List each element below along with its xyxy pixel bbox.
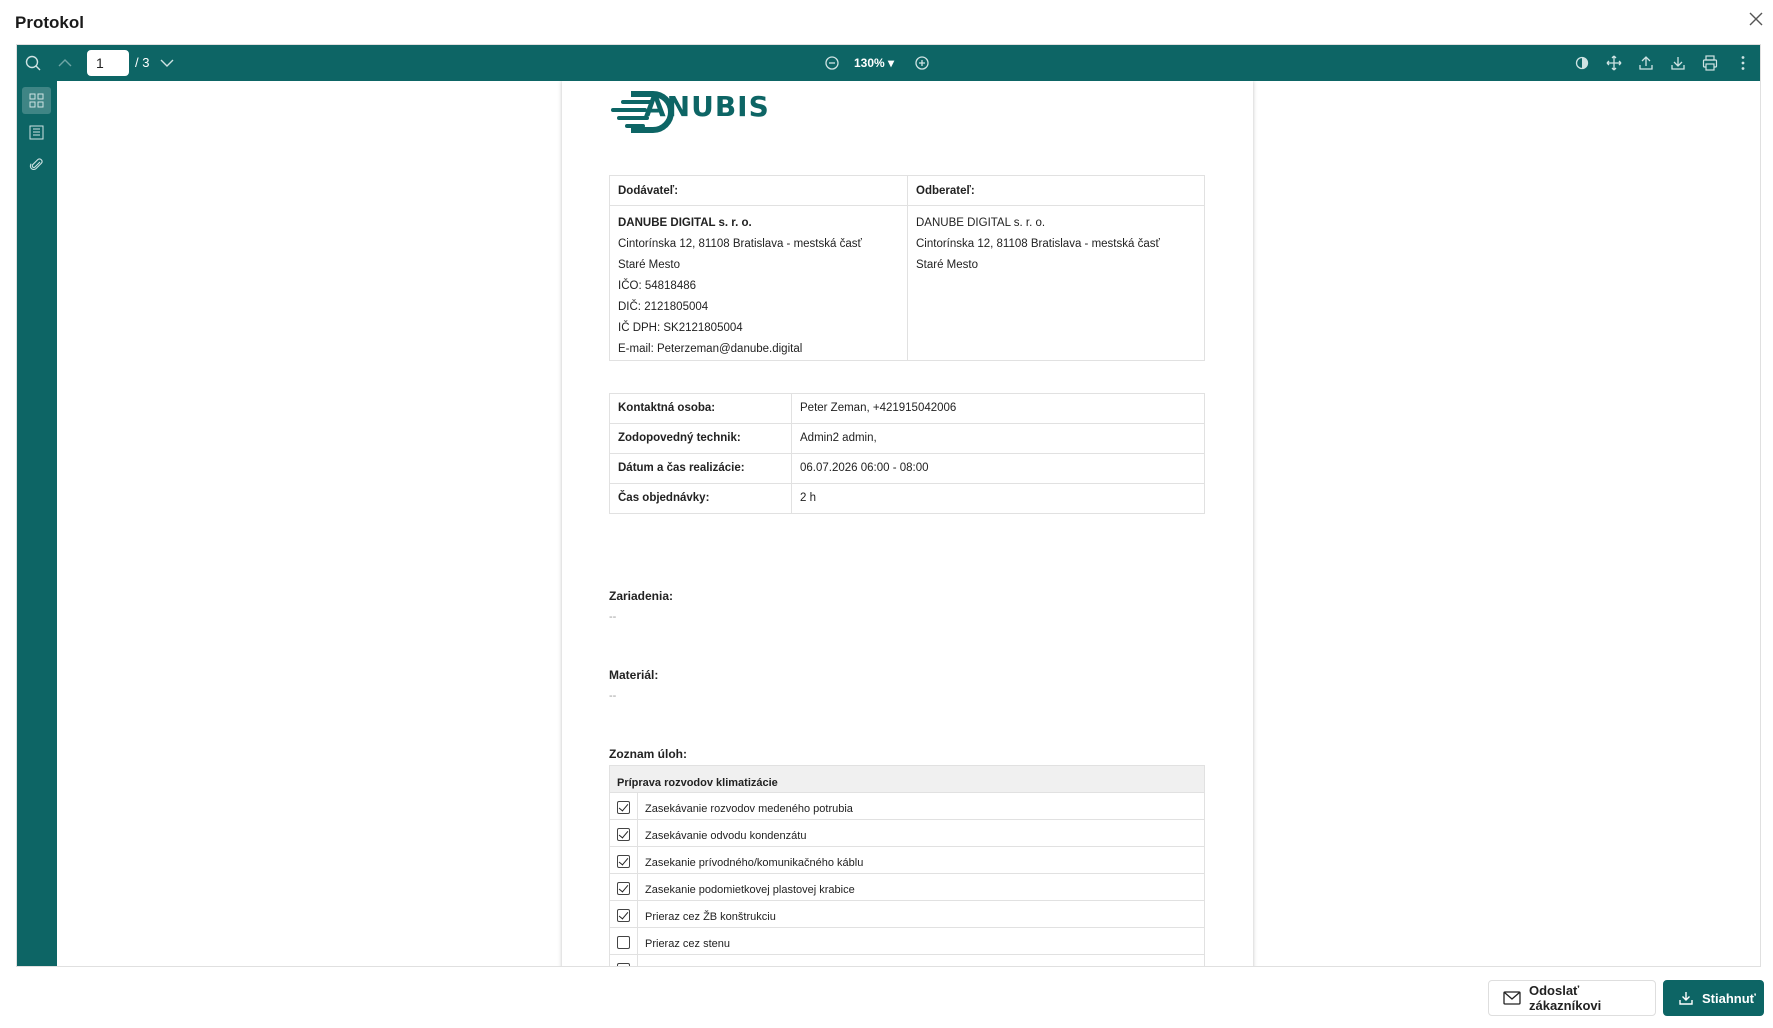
download-icon[interactable] — [1668, 53, 1688, 73]
info-row: Kontaktná osoba: Peter Zeman, +421915042… — [609, 393, 1205, 424]
supplier-dic: DIČ: 2121805004 — [618, 301, 709, 313]
supplier-details: DANUBE DIGITAL s. r. o. Cintorínska 12, … — [609, 205, 908, 361]
thumbnails-icon — [29, 93, 44, 108]
outline-icon — [29, 125, 44, 140]
customer-district: Staré Mesto — [916, 259, 978, 271]
task-checkbox[interactable] — [617, 963, 630, 966]
more-icon[interactable] — [1733, 53, 1753, 73]
info-value: Admin2 admin, — [791, 423, 1205, 454]
info-value: 06.07.2026 06:00 - 08:00 — [791, 453, 1205, 484]
tasks-title: Zoznam úloh: — [609, 747, 687, 761]
parties-table: Dodávateľ: Odberateľ: DANUBE DIGITAL s. … — [609, 175, 1205, 361]
task-checkbox[interactable] — [617, 936, 630, 949]
zoom-out-icon[interactable] — [822, 53, 842, 73]
sidebar-item-outline[interactable] — [22, 119, 51, 146]
search-icon[interactable] — [23, 53, 43, 73]
supplier-icdph: IČ DPH: SK2121805004 — [618, 322, 743, 334]
task-row: Zasekávanie rozvodov medeného potrubia — [609, 792, 1205, 820]
paperclip-icon — [29, 158, 43, 170]
info-table: Kontaktná osoba: Peter Zeman, +421915042… — [609, 393, 1205, 514]
print-icon[interactable] — [1700, 53, 1720, 73]
supplier-district: Staré Mesto — [618, 259, 680, 271]
customer-details: DANUBE DIGITAL s. r. o. Cintorínska 12, … — [907, 205, 1205, 361]
task-row: Prieraz cez stenu — [609, 927, 1205, 955]
task-label: Prieraz cez ŽB konštrukciu — [637, 900, 1205, 928]
task-checkbox[interactable] — [617, 855, 630, 868]
supplier-name: DANUBE DIGITAL s. r. o. — [618, 217, 752, 229]
task-checkbox[interactable] — [617, 882, 630, 895]
pdf-viewer: / 3 130% ▾ — [16, 44, 1761, 967]
mail-icon — [1503, 991, 1521, 1005]
task-group-label: Príprava rozvodov klimatizácie — [609, 765, 1205, 793]
customer-address: Cintorínska 12, 81108 Bratislava - mests… — [916, 238, 1160, 250]
modal-header: Protokol — [0, 0, 1773, 44]
send-to-customer-button[interactable]: Odoslať zákazníkovi — [1488, 980, 1656, 1016]
move-icon[interactable] — [1604, 53, 1624, 73]
material-title: Materiál: — [609, 668, 659, 682]
task-label: Zasekanie podomietkovej plastovej krabic… — [637, 873, 1205, 901]
tasks-table: Príprava rozvodov klimatizácie Zasekávan… — [609, 765, 1205, 966]
task-row: Zasekanie prívodného/komunikačného káblu — [609, 846, 1205, 874]
chevron-down-icon[interactable] — [157, 53, 177, 73]
task-row — [609, 954, 1205, 966]
modal-title: Protokol — [15, 13, 84, 32]
supplier-heading: Dodávateľ: — [609, 175, 908, 206]
pdf-page: ANUBIS Dodávateľ: Odberateľ: DANUBE DIGI… — [562, 81, 1253, 966]
task-label: Zasekávanie rozvodov medeného potrubia — [637, 792, 1205, 820]
page-number-input[interactable] — [87, 50, 129, 76]
viewer-toolbar: / 3 130% ▾ — [17, 45, 1760, 81]
task-row: Zasekávanie odvodu kondenzátu — [609, 819, 1205, 847]
info-label: Zodopovedný technik: — [609, 423, 792, 454]
customer-heading: Odberateľ: — [907, 175, 1205, 206]
send-button-label: Odoslať zákazníkovi — [1528, 983, 1602, 1013]
task-row: Prieraz cez ŽB konštrukciu — [609, 900, 1205, 928]
page-total: / 3 — [135, 55, 150, 70]
rotate-icon[interactable] — [1572, 53, 1592, 73]
close-icon[interactable] — [1745, 8, 1767, 30]
viewer-sidebar — [17, 81, 57, 966]
devices-title: Zariadenia: — [609, 589, 674, 603]
info-label: Čas objednávky: — [609, 483, 792, 514]
task-checkbox[interactable] — [617, 801, 630, 814]
task-label — [637, 954, 1205, 966]
supplier-email: E-mail: Peterzeman@danube.digital — [618, 343, 803, 355]
supplier-address: Cintorínska 12, 81108 Bratislava - mests… — [618, 238, 862, 250]
task-row: Zasekanie podomietkovej plastovej krabic… — [609, 873, 1205, 901]
task-label: Prieraz cez stenu — [637, 927, 1205, 955]
devices-value: -- — [609, 611, 617, 623]
info-value: 2 h — [791, 483, 1205, 514]
info-value: Peter Zeman, +421915042006 — [791, 393, 1205, 424]
upload-icon[interactable] — [1636, 53, 1656, 73]
info-row: Zodopovedný technik: Admin2 admin, — [609, 423, 1205, 454]
supplier-ico: IČO: 54818486 — [618, 280, 697, 292]
zoom-select[interactable]: 130% ▾ — [854, 56, 894, 70]
task-checkbox[interactable] — [617, 909, 630, 922]
info-row: Dátum a čas realizácie: 06.07.2026 06:00… — [609, 453, 1205, 484]
task-label: Zasekávanie odvodu kondenzátu — [637, 819, 1205, 847]
customer-name: DANUBE DIGITAL s. r. o. — [916, 217, 1046, 229]
task-checkbox[interactable] — [617, 828, 630, 841]
info-label: Kontaktná osoba: — [609, 393, 792, 424]
info-row: Čas objednávky: 2 h — [609, 483, 1205, 514]
sidebar-item-thumbnails[interactable] — [22, 87, 51, 114]
sidebar-item-attachments[interactable] — [22, 151, 51, 178]
task-label: Zasekanie prívodného/komunikačného káblu — [637, 846, 1205, 874]
zoom-in-icon[interactable] — [912, 53, 932, 73]
download-button[interactable]: Stiahnuť — [1663, 980, 1764, 1016]
download-icon — [1679, 992, 1693, 1005]
info-label: Dátum a čas realizácie: — [609, 453, 792, 484]
download-button-label: Stiahnuť — [1702, 990, 1756, 1006]
document-area[interactable]: ANUBIS Dodávateľ: Odberateľ: DANUBE DIGI… — [57, 81, 1760, 966]
chevron-up-icon[interactable] — [55, 53, 75, 73]
material-value: -- — [609, 690, 617, 702]
logo-text: ANUBIS — [644, 90, 770, 123]
